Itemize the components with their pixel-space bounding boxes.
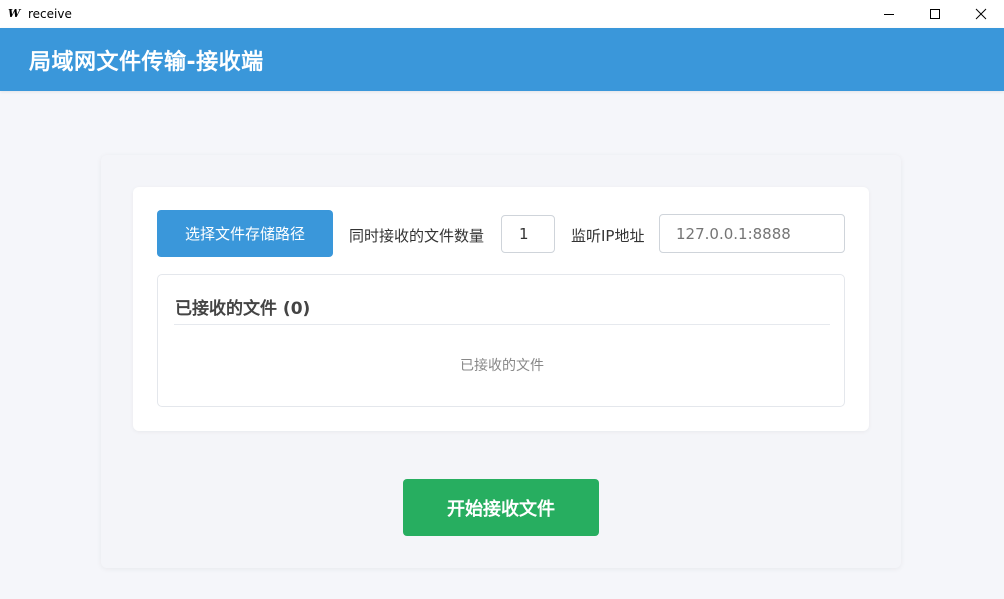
listen-ip-input[interactable] — [659, 214, 845, 253]
concurrent-count-input[interactable] — [501, 215, 555, 253]
app-header: 局域网文件传输-接收端 — [0, 28, 1004, 91]
received-files-heading: 已接收的文件 (0) — [175, 299, 311, 319]
page-title: 局域网文件传输-接收端 — [29, 49, 264, 75]
received-files-empty-text: 已接收的文件 — [460, 358, 544, 374]
minimize-button[interactable] — [866, 0, 912, 28]
maximize-button[interactable] — [912, 0, 958, 28]
minimize-icon — [884, 14, 894, 15]
divider — [174, 324, 830, 325]
received-files-panel: 已接收的文件 (0) 已接收的文件 — [157, 274, 845, 407]
window-titlebar: W receive — [0, 0, 1004, 28]
window-title: receive — [28, 7, 72, 21]
start-receiving-button[interactable]: 开始接收文件 — [403, 479, 599, 536]
choose-storage-path-button[interactable]: 选择文件存储路径 — [157, 210, 333, 257]
close-button[interactable] — [958, 0, 1004, 28]
main-panel: 选择文件存储路径 同时接收的文件数量 监听IP地址 已接收的文件 (0) 已接收… — [101, 155, 901, 568]
window-controls — [866, 0, 1004, 28]
close-icon — [975, 8, 987, 20]
listen-ip-label: 监听IP地址 — [571, 227, 645, 245]
settings-card: 选择文件存储路径 同时接收的文件数量 监听IP地址 已接收的文件 (0) 已接收… — [133, 187, 869, 431]
app-w-icon: W — [8, 7, 21, 20]
maximize-icon — [930, 9, 940, 19]
concurrent-count-label: 同时接收的文件数量 — [349, 227, 485, 245]
